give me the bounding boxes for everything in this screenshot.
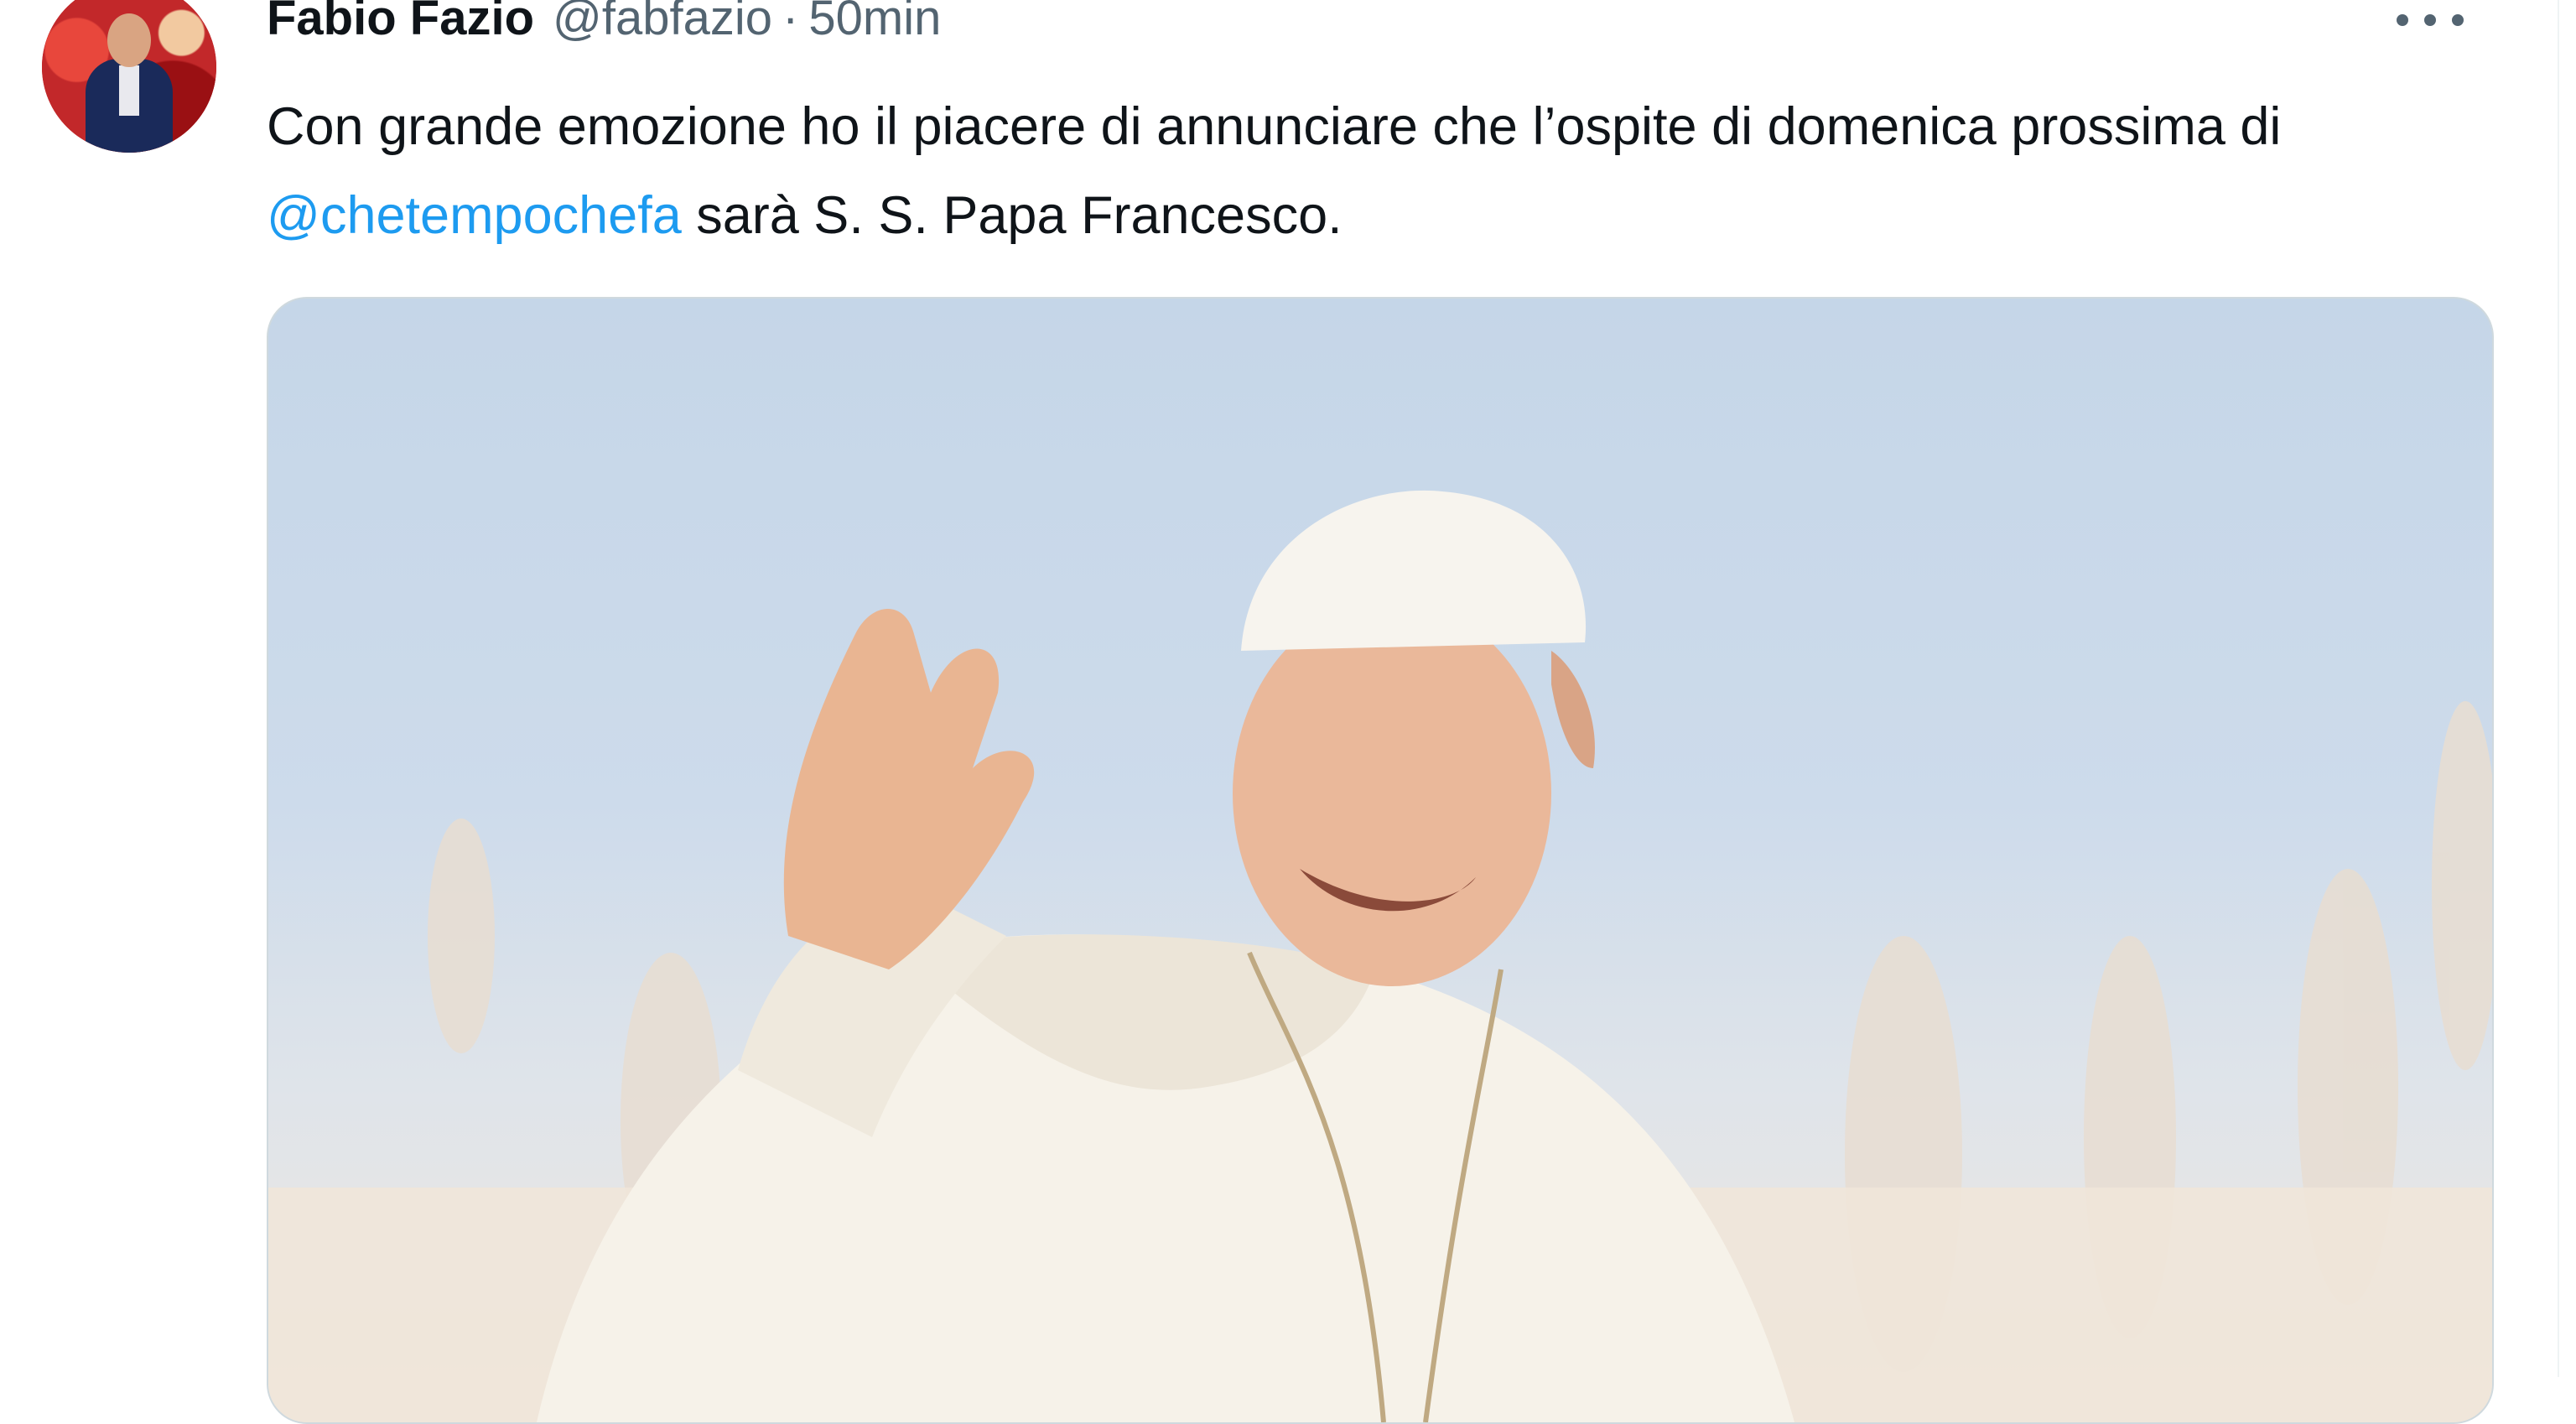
avatar[interactable]	[42, 0, 216, 153]
tweet[interactable]: Fabio Fazio @fabfazio · 50min Con grande…	[0, 0, 2576, 1424]
tweet-header: Fabio Fazio @fabfazio · 50min	[267, 0, 941, 47]
column-divider	[2558, 0, 2559, 1377]
separator-dot: ·	[782, 0, 799, 45]
timestamp[interactable]: 50min	[808, 0, 941, 46]
tweet-text: Con grande emozione ho il piacere di ann…	[267, 82, 2480, 260]
author-handle[interactable]: @fabfazio	[553, 0, 772, 46]
tweet-text-part: Con grande emozione ho il piacere di ann…	[267, 97, 2282, 156]
tweet-photo[interactable]	[267, 297, 2494, 1424]
author-name[interactable]: Fabio Fazio	[267, 0, 534, 46]
photo-illustration	[268, 490, 2492, 1422]
tweet-text-part: sarà S. S. Papa Francesco.	[681, 186, 1343, 245]
more-horizontal-icon[interactable]	[2397, 0, 2464, 45]
mention-link[interactable]: @chetempochefa	[267, 186, 682, 245]
